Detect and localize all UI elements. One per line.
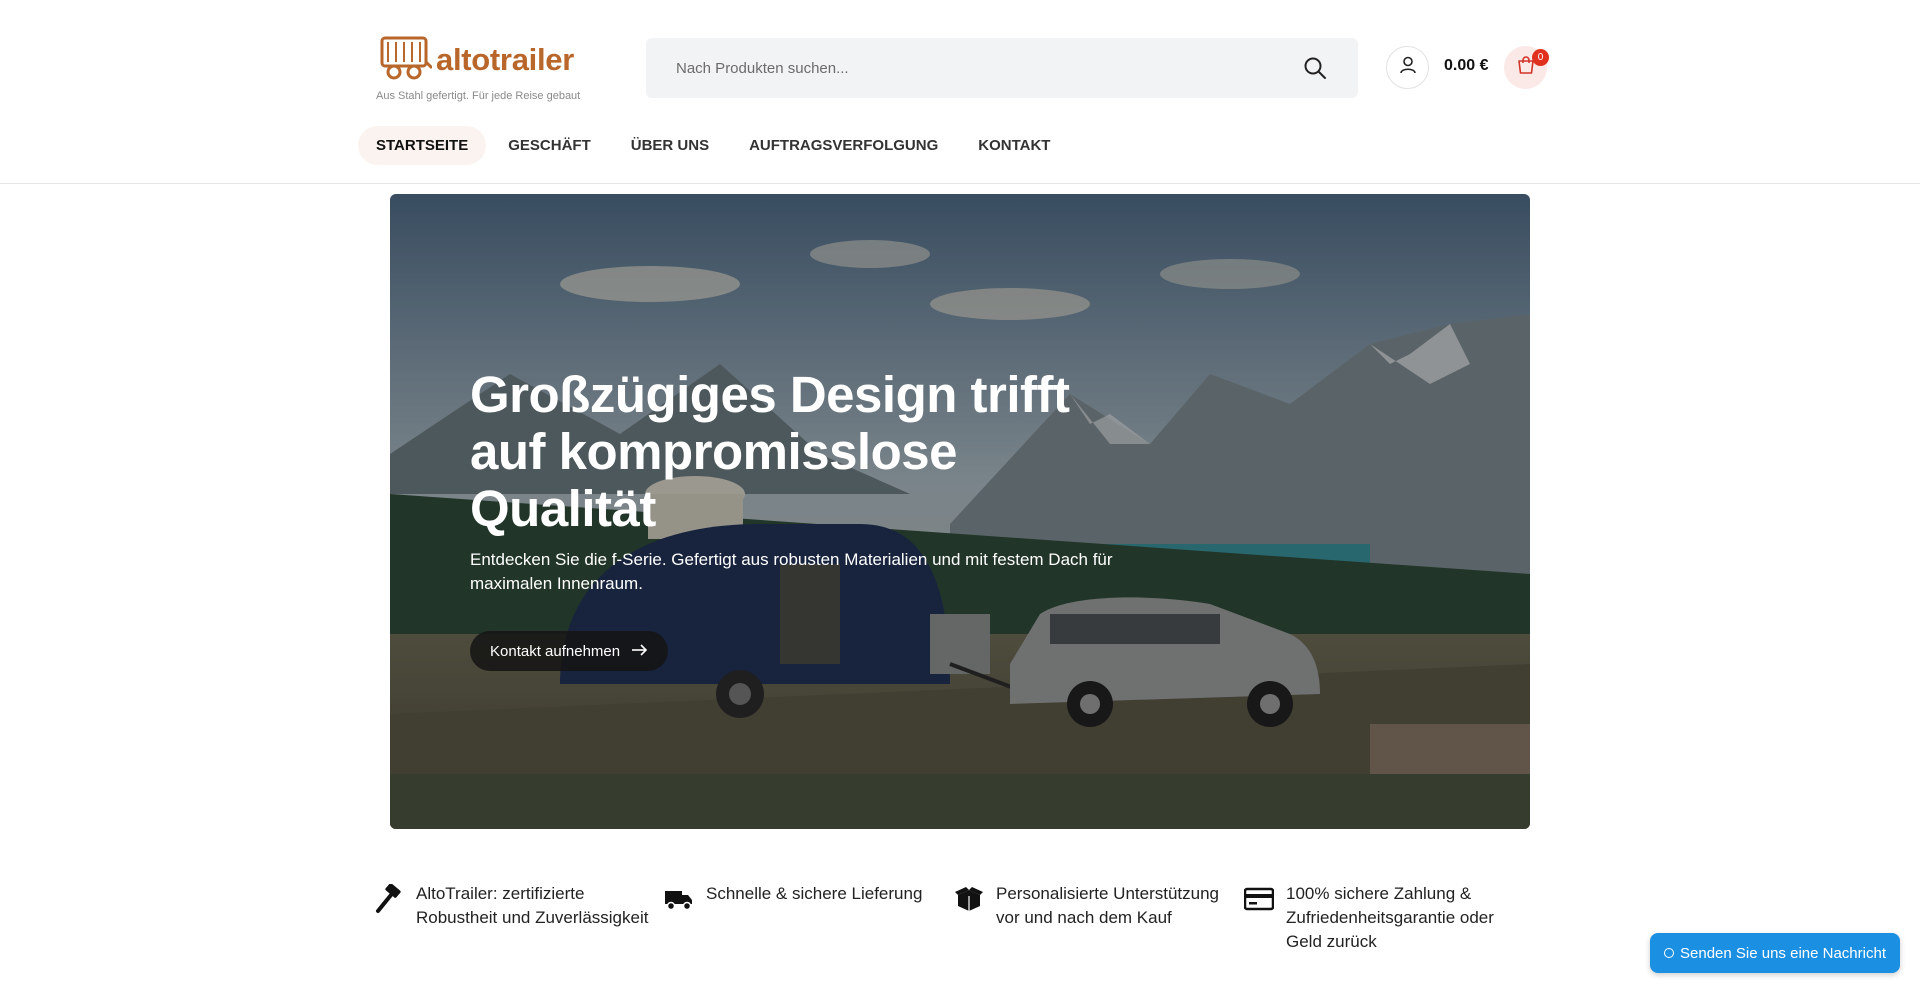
hero-title: Großzügiges Design trifft auf kompromiss…: [470, 366, 1070, 537]
credit-card-icon: [1243, 884, 1275, 914]
box-icon: [954, 884, 984, 914]
feature-text: Personalisierte Unterstützung vor und na…: [996, 884, 1220, 927]
main-nav: STARTSEITE GESCHÄFT ÜBER UNS AUFTRAGSVER…: [358, 126, 1068, 165]
search-icon[interactable]: [1302, 55, 1328, 81]
nav-item-kontakt[interactable]: KONTAKT: [960, 126, 1068, 165]
feature-text: Schnelle & sichere Lieferung: [706, 884, 923, 903]
truck-icon: [664, 884, 694, 914]
hero-banner: Großzügiges Design trifft auf kompromiss…: [390, 194, 1530, 829]
search-bar: [646, 38, 1358, 98]
nav-item-ueber-uns[interactable]: ÜBER UNS: [613, 126, 727, 165]
cart-count-badge: 0: [1532, 49, 1549, 66]
chat-button[interactable]: Senden Sie uns eine Nachricht: [1650, 933, 1900, 973]
site-header: altotrailer Aus Stahl gefertigt. Für jed…: [0, 0, 1920, 184]
nav-item-auftragsverfolgung[interactable]: AUFTRAGSVERFOLGUNG: [731, 126, 956, 165]
nav-item-geschaeft[interactable]: GESCHÄFT: [490, 126, 609, 165]
hammer-icon: [374, 883, 404, 914]
cart-total[interactable]: 0.00 €: [1444, 57, 1488, 75]
feature-item: AltoTrailer: zertifizierte Robustheit un…: [374, 882, 664, 954]
feature-text: 100% sichere Zahlung & Zufriedenheitsgar…: [1286, 884, 1494, 951]
feature-item: Schnelle & sichere Lieferung: [664, 882, 954, 954]
logo[interactable]: altotrailer: [376, 32, 574, 87]
feature-item: 100% sichere Zahlung & Zufriedenheitsgar…: [1243, 882, 1534, 954]
feature-list: AltoTrailer: zertifizierte Robustheit un…: [374, 882, 1534, 954]
account-button[interactable]: [1386, 46, 1429, 89]
feature-item: Personalisierte Unterstützung vor und na…: [954, 882, 1244, 954]
contact-button-label: Kontakt aufnehmen: [490, 642, 621, 660]
feature-text: AltoTrailer: zertifizierte Robustheit un…: [416, 884, 649, 927]
contact-button[interactable]: Kontakt aufnehmen: [470, 631, 669, 671]
hero-subtitle: Entdecken Sie die f-Serie. Gefertigt aus…: [470, 550, 1113, 593]
logo-text: altotrailer: [436, 41, 574, 77]
nav-item-startseite[interactable]: STARTSEITE: [358, 126, 487, 165]
chat-icon: [1664, 948, 1675, 958]
user-icon: [1399, 56, 1417, 79]
arrow-right-icon: [632, 643, 648, 660]
trailer-icon: [376, 32, 434, 87]
chat-button-label: Senden Sie uns eine Nachricht: [1680, 944, 1886, 962]
search-input[interactable]: [676, 59, 1302, 77]
tagline: Aus Stahl gefertigt. Für jede Reise geba…: [376, 90, 581, 102]
